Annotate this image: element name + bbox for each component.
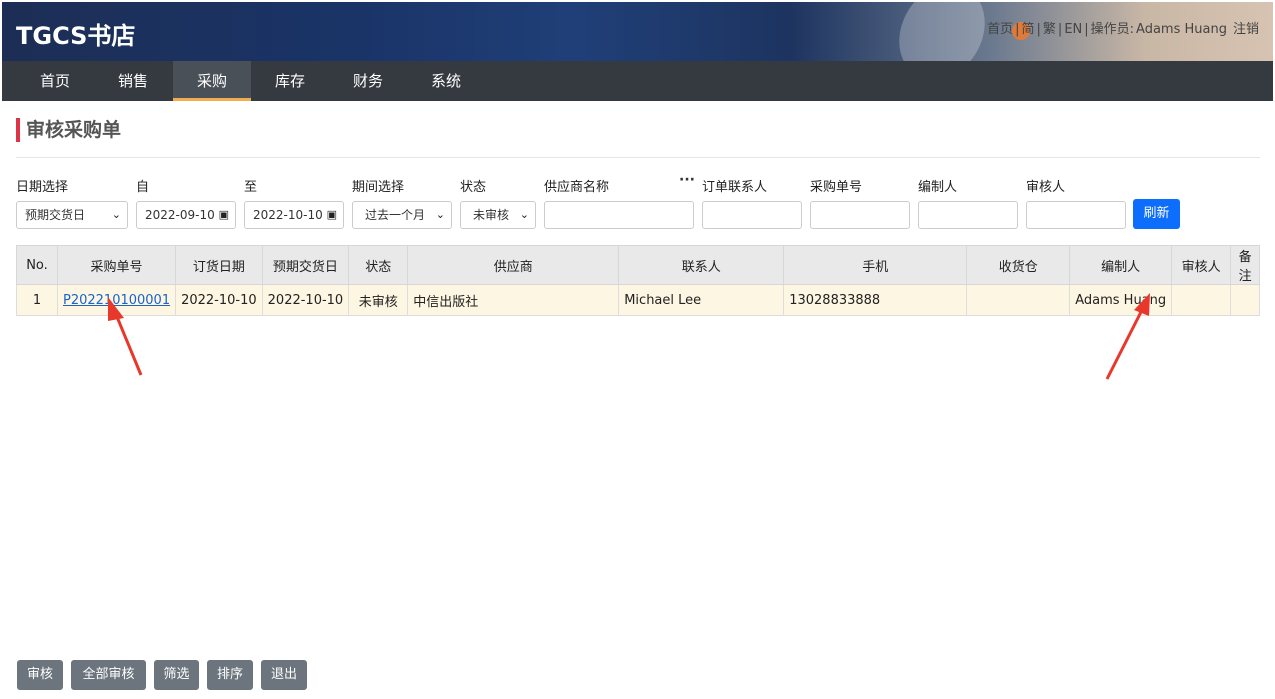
arrow-icon bbox=[1105, 293, 1150, 380]
sort-button[interactable]: 排序 bbox=[207, 660, 253, 690]
review-all-button[interactable]: 全部审核 bbox=[71, 660, 146, 690]
arrow-icon bbox=[108, 297, 143, 376]
exit-button[interactable]: 退出 bbox=[261, 660, 307, 690]
filter-button[interactable]: 筛选 bbox=[154, 660, 199, 690]
review-button[interactable]: 审核 bbox=[17, 660, 63, 690]
annotation-arrows bbox=[108, 293, 1150, 380]
